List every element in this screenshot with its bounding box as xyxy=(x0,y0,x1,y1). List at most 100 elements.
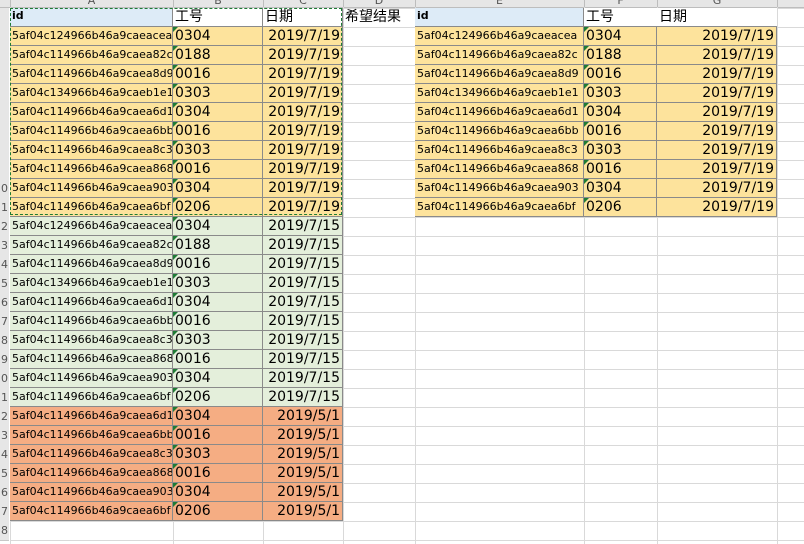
source-cell-emp[interactable]: 0206 xyxy=(173,502,263,521)
result-cell-date[interactable]: 2019/7/19 xyxy=(657,27,777,46)
source-cell-date[interactable]: 2019/7/15 xyxy=(263,236,343,255)
source-cell-emp[interactable]: 0304 xyxy=(173,27,263,46)
source-cell-id[interactable]: 5af04c114966b46a9caea6bb xyxy=(10,312,173,331)
source-cell-id[interactable]: 5af04c114966b46a9caea82c xyxy=(10,236,173,255)
result-cell-emp[interactable]: 0016 xyxy=(584,160,657,179)
source-cell-id[interactable]: 5af04c114966b46a9caea8d9 xyxy=(10,65,173,84)
source-cell-id[interactable]: 5af04c114966b46a9caea8c3 xyxy=(10,445,173,464)
result-cell-date[interactable]: 2019/7/19 xyxy=(657,198,777,217)
source-cell-date[interactable]: 2019/7/19 xyxy=(263,198,343,217)
row-header[interactable] xyxy=(0,8,9,28)
row-header[interactable]: 9 xyxy=(0,350,9,370)
source-cell-id[interactable]: 5af04c134966b46a9caeb1e1 xyxy=(10,84,173,103)
column-separator[interactable] xyxy=(263,0,264,7)
source-cell-id[interactable]: 5af04c114966b46a9caea8c3 xyxy=(10,141,173,160)
source-cell-id[interactable]: 5af04c114966b46a9caea8d9 xyxy=(10,255,173,274)
result-cell-emp[interactable]: 0304 xyxy=(584,179,657,198)
source-cell-emp[interactable]: 0016 xyxy=(173,160,263,179)
source-cell-id[interactable]: 5af04c114966b46a9caea6bb xyxy=(10,426,173,445)
source-cell-date[interactable]: 2019/7/19 xyxy=(263,122,343,141)
row-header[interactable]: 7 xyxy=(0,502,9,522)
row-header[interactable]: 5 xyxy=(0,274,9,294)
source-cell-id[interactable]: 5af04c114966b46a9caea868 xyxy=(10,464,173,483)
source-cell-id[interactable]: 5af04c114966b46a9caea6d1 xyxy=(10,293,173,312)
source-cell-emp[interactable]: 0016 xyxy=(173,65,263,84)
result-cell-id[interactable]: 5af04c114966b46a9caea8d9 xyxy=(415,65,584,84)
source-cell-date[interactable]: 2019/7/15 xyxy=(263,369,343,388)
source-cell-date[interactable]: 2019/5/1 xyxy=(263,445,343,464)
source-cell-id[interactable]: 5af04c114966b46a9caea6d1 xyxy=(10,103,173,122)
source-cell-emp[interactable]: 0206 xyxy=(173,198,263,217)
source-cell-emp[interactable]: 0304 xyxy=(173,369,263,388)
source-cell-date[interactable]: 2019/7/15 xyxy=(263,331,343,350)
column-header-f[interactable]: F xyxy=(584,0,657,7)
column-separator[interactable] xyxy=(657,0,658,7)
source-cell-emp[interactable]: 0206 xyxy=(173,388,263,407)
source-cell-id[interactable]: 5af04c114966b46a9caea6bf xyxy=(10,502,173,521)
result-cell-id[interactable]: 5af04c114966b46a9caea82c xyxy=(415,46,584,65)
result-cell-date[interactable]: 2019/7/19 xyxy=(657,160,777,179)
column-separator[interactable] xyxy=(415,0,416,7)
column-header-b[interactable]: B xyxy=(173,0,263,7)
source-cell-date[interactable]: 2019/7/19 xyxy=(263,160,343,179)
column-header-e[interactable]: E xyxy=(415,0,584,7)
row-header[interactable] xyxy=(0,160,9,180)
source-cell-date[interactable]: 2019/7/19 xyxy=(263,103,343,122)
row-header[interactable]: 8 xyxy=(0,521,9,541)
source-cell-date[interactable]: 2019/5/1 xyxy=(263,483,343,502)
source-cell-id[interactable]: 5af04c114966b46a9caea6bf xyxy=(10,388,173,407)
source-cell-date[interactable]: 2019/7/19 xyxy=(263,141,343,160)
row-header[interactable] xyxy=(0,141,9,161)
row-header[interactable]: 0 xyxy=(0,179,9,199)
source-cell-date[interactable]: 2019/7/15 xyxy=(263,217,343,236)
source-cell-emp[interactable]: 0188 xyxy=(173,236,263,255)
source-cell-date[interactable]: 2019/7/19 xyxy=(263,65,343,84)
result-header-id[interactable]: id xyxy=(415,8,584,27)
source-cell-id[interactable]: 5af04c134966b46a9caeb1e1 xyxy=(10,274,173,293)
row-header[interactable]: 4 xyxy=(0,255,9,275)
result-cell-emp[interactable]: 0304 xyxy=(584,103,657,122)
source-cell-emp[interactable]: 0303 xyxy=(173,84,263,103)
source-cell-date[interactable]: 2019/7/15 xyxy=(263,274,343,293)
result-cell-emp[interactable]: 0016 xyxy=(584,122,657,141)
source-header-date[interactable]: 日期 xyxy=(263,8,343,27)
row-header[interactable] xyxy=(0,84,9,104)
source-cell-id[interactable]: 5af04c114966b46a9caea82c xyxy=(10,46,173,65)
source-cell-emp[interactable]: 0304 xyxy=(173,407,263,426)
result-cell-id[interactable]: 5af04c114966b46a9caea903 xyxy=(415,179,584,198)
row-header[interactable]: 1 xyxy=(0,388,9,408)
source-cell-emp[interactable]: 0304 xyxy=(173,179,263,198)
result-cell-emp[interactable]: 0188 xyxy=(584,46,657,65)
column-header-c[interactable]: C xyxy=(263,0,343,7)
column-header-a[interactable]: A xyxy=(10,0,173,7)
source-cell-emp[interactable]: 0016 xyxy=(173,255,263,274)
source-cell-id[interactable]: 5af04c114966b46a9caea6d1 xyxy=(10,407,173,426)
result-cell-id[interactable]: 5af04c114966b46a9caea6bf xyxy=(415,198,584,217)
row-header[interactable]: 6 xyxy=(0,483,9,503)
row-header[interactable]: 0 xyxy=(0,369,9,389)
source-cell-id[interactable]: 5af04c114966b46a9caea6bb xyxy=(10,122,173,141)
row-header[interactable]: 5 xyxy=(0,464,9,484)
source-cell-emp[interactable]: 0016 xyxy=(173,426,263,445)
column-separator[interactable] xyxy=(173,0,174,7)
row-header[interactable]: 6 xyxy=(0,293,9,313)
source-cell-id[interactable]: 5af04c124966b46a9caeacea xyxy=(10,27,173,46)
result-cell-date[interactable]: 2019/7/19 xyxy=(657,46,777,65)
result-cell-emp[interactable]: 0303 xyxy=(584,84,657,103)
row-header[interactable]: 2 xyxy=(0,217,9,237)
result-cell-date[interactable]: 2019/7/19 xyxy=(657,65,777,84)
result-cell-id[interactable]: 5af04c114966b46a9caea8c3 xyxy=(415,141,584,160)
source-cell-date[interactable]: 2019/5/1 xyxy=(263,502,343,521)
source-cell-emp[interactable]: 0304 xyxy=(173,103,263,122)
source-cell-date[interactable]: 2019/7/19 xyxy=(263,84,343,103)
row-header[interactable]: 3 xyxy=(0,426,9,446)
source-cell-emp[interactable]: 0304 xyxy=(173,483,263,502)
result-header-emp[interactable]: 工号 xyxy=(584,8,657,27)
expected-result-label[interactable]: 希望结果 xyxy=(345,8,401,27)
column-separator[interactable] xyxy=(584,0,585,7)
source-cell-emp[interactable]: 0303 xyxy=(173,141,263,160)
source-cell-id[interactable]: 5af04c114966b46a9caea903 xyxy=(10,483,173,502)
source-cell-id[interactable]: 5af04c114966b46a9caea903 xyxy=(10,179,173,198)
result-cell-emp[interactable]: 0303 xyxy=(584,141,657,160)
result-cell-emp[interactable]: 0206 xyxy=(584,198,657,217)
